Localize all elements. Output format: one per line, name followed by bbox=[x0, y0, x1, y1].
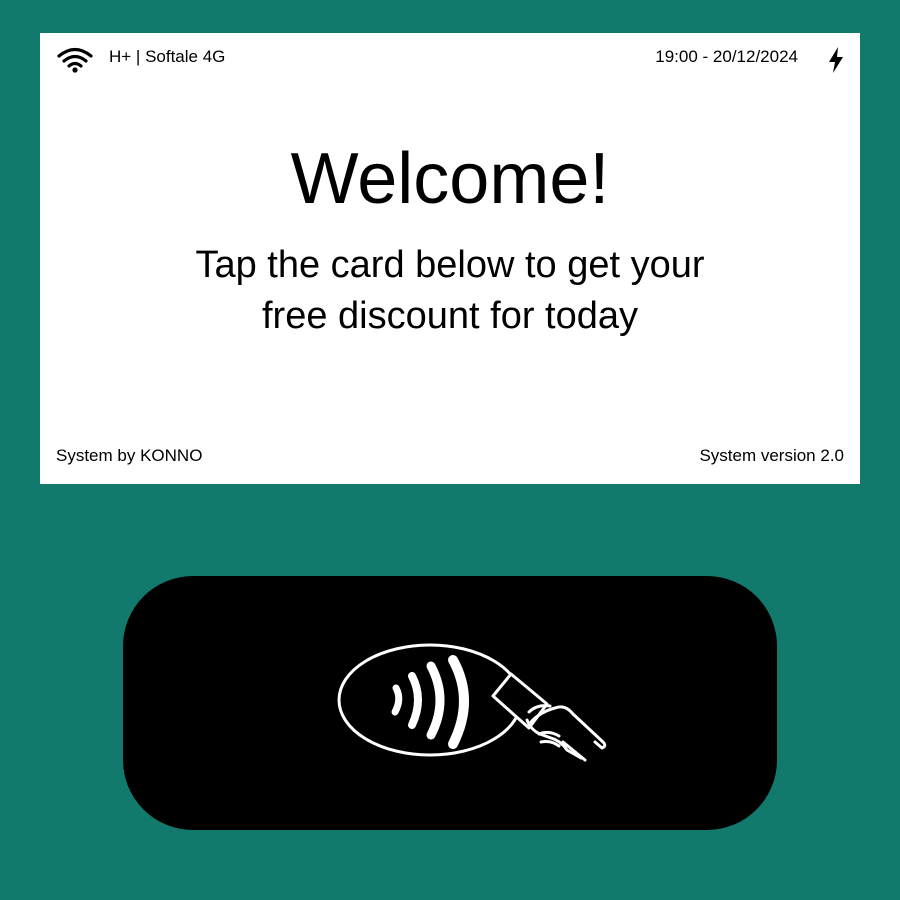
welcome-title: Welcome! bbox=[290, 139, 610, 219]
kiosk-screen: H+ | Softale 4G 19:00 - 20/12/2024 Welco… bbox=[40, 33, 860, 484]
footer-version: System version 2.0 bbox=[699, 446, 844, 465]
footer-brand: System by KONNO bbox=[56, 446, 203, 465]
network-status: H+ | Softale 4G bbox=[109, 47, 226, 66]
wifi-icon bbox=[57, 47, 93, 73]
charging-bolt-icon bbox=[829, 47, 843, 73]
tap-card-button[interactable] bbox=[123, 576, 777, 830]
datetime: 19:00 - 20/12/2024 bbox=[655, 47, 798, 66]
welcome-subtitle: Tap the card below to get your free disc… bbox=[195, 244, 705, 337]
status-bar: H+ | Softale 4G 19:00 - 20/12/2024 bbox=[40, 33, 860, 83]
contactless-tap-icon bbox=[337, 643, 607, 762]
